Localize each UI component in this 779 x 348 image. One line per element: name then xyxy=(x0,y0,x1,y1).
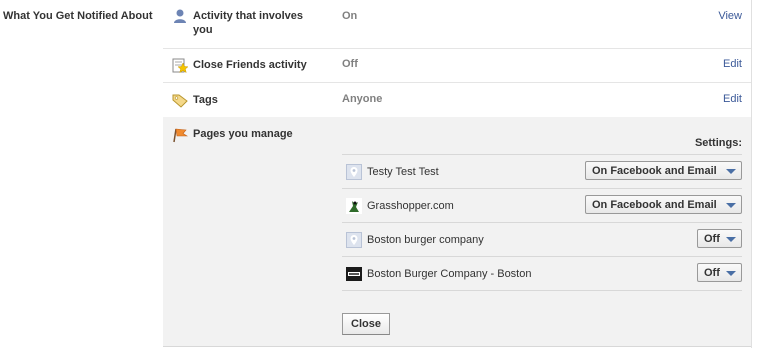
setting-row-activity: Activity that involves you On View xyxy=(163,0,751,49)
chevron-down-icon xyxy=(726,237,736,242)
star-icon xyxy=(172,57,189,74)
page-name: Testy Test Test xyxy=(367,166,439,178)
chevron-down-icon xyxy=(726,169,736,174)
page-name: Boston burger company xyxy=(367,234,484,246)
close-button[interactable]: Close xyxy=(342,313,390,335)
chevron-down-icon xyxy=(726,203,736,208)
setting-label: Activity that involves you xyxy=(193,10,304,36)
notification-setting-dropdown[interactable]: Off xyxy=(697,263,742,282)
setting-row-close-friends: Close Friends activity Off Edit xyxy=(163,48,751,83)
setting-row-tags: Tags Anyone Edit xyxy=(163,82,751,118)
restaurant-logo-icon xyxy=(346,266,362,282)
setting-value: On xyxy=(342,10,358,22)
dropdown-value: On Facebook and Email xyxy=(592,199,717,211)
grasshopper-logo-icon xyxy=(346,198,362,214)
setting-label: Close Friends activity xyxy=(193,59,307,71)
person-icon xyxy=(172,8,188,24)
notification-setting-dropdown[interactable]: On Facebook and Email xyxy=(585,195,742,214)
managed-pages-list: Testy Test Test On Facebook and Email Gr… xyxy=(342,154,742,291)
list-item: Boston burger company Off xyxy=(342,223,742,257)
notification-setting-dropdown[interactable]: On Facebook and Email xyxy=(585,161,742,180)
chevron-down-icon xyxy=(726,271,736,276)
map-pin-icon xyxy=(346,232,362,248)
dropdown-value: On Facebook and Email xyxy=(592,165,717,177)
pages-you-manage-section: Pages you manage Settings: Testy Test Te… xyxy=(163,117,751,347)
page-name: Boston Burger Company - Boston xyxy=(367,268,532,280)
notification-settings-panel: Activity that involves you On View Close… xyxy=(163,0,752,348)
setting-label: Tags xyxy=(193,94,218,106)
list-item: Grasshopper.com On Facebook and Email xyxy=(342,189,742,223)
dropdown-value: Off xyxy=(704,233,720,245)
pages-label: Pages you manage xyxy=(193,128,293,140)
list-item: Testy Test Test On Facebook and Email xyxy=(342,155,742,189)
page-name: Grasshopper.com xyxy=(367,200,454,212)
section-title: What You Get Notified About xyxy=(3,10,153,22)
edit-link[interactable]: Edit xyxy=(723,93,742,105)
setting-value: Anyone xyxy=(342,93,383,105)
map-pin-icon xyxy=(346,164,362,180)
notification-setting-dropdown[interactable]: Off xyxy=(697,229,742,248)
edit-link[interactable]: Edit xyxy=(723,58,742,70)
tag-icon xyxy=(172,92,188,108)
list-item: Boston Burger Company - Boston Off xyxy=(342,257,742,291)
view-link[interactable]: View xyxy=(718,10,742,22)
setting-value: Off xyxy=(342,58,358,70)
settings-header: Settings: xyxy=(694,137,742,149)
dropdown-value: Off xyxy=(704,267,720,279)
flag-icon xyxy=(172,127,189,143)
